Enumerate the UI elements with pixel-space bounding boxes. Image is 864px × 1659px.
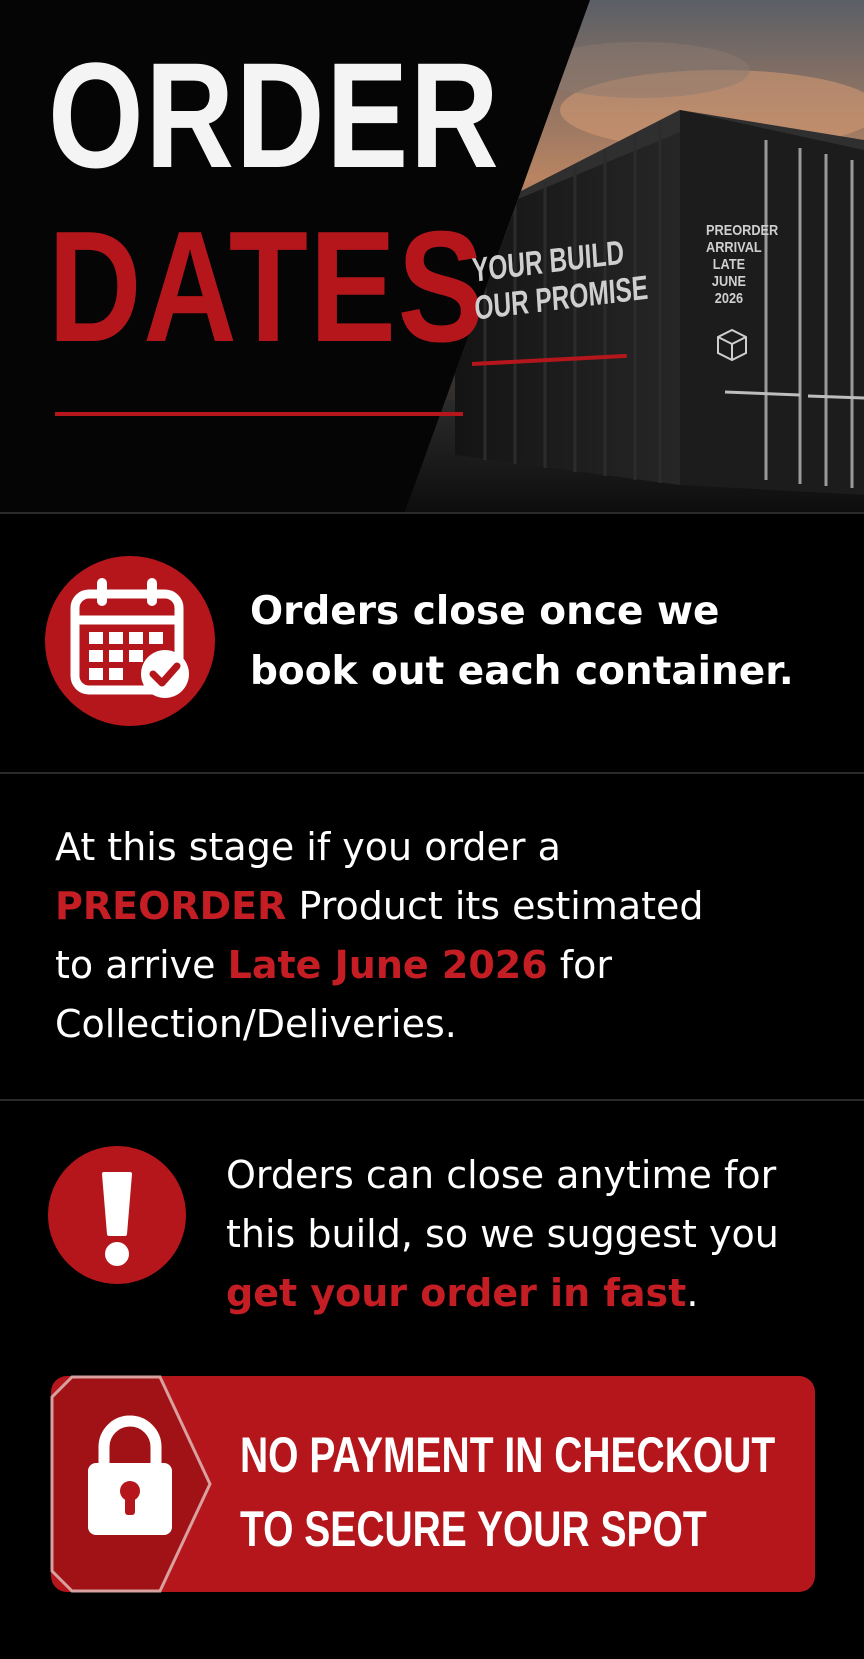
door-label-line: 2026 [714, 290, 744, 307]
text-fragment: . [686, 1271, 699, 1315]
orders-close-text: Orders close once we book out each conta… [250, 582, 794, 702]
no-payment-text: NO PAYMENT IN CHECKOUT TO SECURE YOUR SP… [240, 1418, 775, 1566]
text-line: PREORDER Product its estimated [55, 877, 704, 936]
exclamation-icon [102, 1172, 132, 1266]
text-line: book out each container. [250, 649, 794, 694]
text-line: Collection/Deliveries. [55, 1002, 457, 1046]
urgency-highlight: get your order in fast [226, 1271, 687, 1315]
text-line: this build, so we suggest you [226, 1212, 779, 1256]
text-fragment: to arrive [55, 943, 228, 987]
divider [0, 772, 864, 774]
door-label-line: LATE JUNE [711, 256, 746, 290]
calendar-check-icon [70, 578, 189, 698]
cta-line2: TO SECURE YOUR SPOT [240, 1501, 707, 1557]
door-label-line: PREORDER [706, 222, 779, 239]
title-underline [55, 412, 463, 416]
divider [0, 512, 864, 514]
orders-close-anytime-text: Orders can close anytime for this build,… [226, 1146, 779, 1323]
arrival-date-highlight: Late June 2026 [227, 943, 548, 987]
cta-line1: NO PAYMENT IN CHECKOUT [240, 1427, 776, 1483]
divider [0, 1099, 864, 1101]
container-door-label: PREORDER ARRIVAL LATE JUNE 2026 [706, 222, 779, 307]
text-line: Orders close once we [250, 589, 720, 634]
title-order: ORDER [48, 31, 501, 199]
hero-banner: ORDER DATES YOUR BUILD OUR PROMISE PREOR… [0, 0, 864, 512]
text-line: to arrive Late June 2026 for [55, 936, 704, 995]
text-line: At this stage if you order a [55, 825, 561, 869]
calendar-badge [45, 556, 215, 726]
text-fragment: Product its estimated [286, 884, 704, 928]
text-line: get your order in fast. [226, 1264, 779, 1323]
preorder-estimate-text: At this stage if you order a PREORDER Pr… [55, 818, 704, 1054]
title-dates: DATES [48, 199, 486, 375]
door-label-line: ARRIVAL [706, 239, 762, 256]
text-line: Orders can close anytime for [226, 1153, 777, 1197]
text-fragment: for [547, 943, 612, 987]
warning-badge [48, 1146, 186, 1284]
preorder-highlight: PREORDER [55, 884, 287, 928]
